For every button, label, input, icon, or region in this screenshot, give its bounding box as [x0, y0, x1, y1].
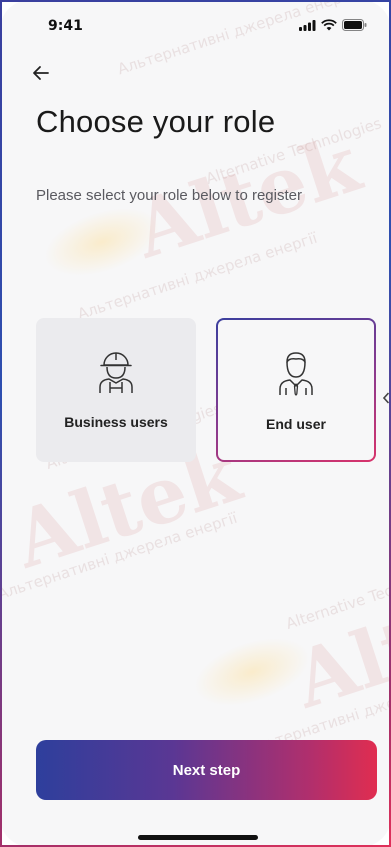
- status-bar: 9:41: [2, 16, 389, 38]
- next-step-button[interactable]: Next step: [36, 740, 377, 800]
- watermark-brand: Altek: [283, 568, 391, 727]
- home-indicator: [138, 835, 258, 840]
- watermark-tagline-en: Alternative Technologies: [283, 559, 391, 633]
- page-subtitle: Please select your role below to registe…: [36, 187, 302, 204]
- battery-icon: [342, 19, 367, 31]
- role-label-business-users: Business users: [64, 414, 168, 430]
- role-card-end-user[interactable]: End user: [216, 318, 376, 462]
- back-button[interactable]: [30, 62, 52, 84]
- role-label-end-user: End user: [266, 416, 326, 432]
- signal-icon: [299, 19, 316, 31]
- watermark-tagline: Альтернативні джерела енергії: [115, 0, 360, 79]
- watermark-swirl: [185, 624, 319, 720]
- chevron-left-icon: [383, 392, 389, 404]
- status-icons: [299, 19, 367, 31]
- status-time: 9:41: [48, 18, 83, 34]
- worker-helmet-icon: [99, 352, 133, 393]
- arrow-left-icon: [33, 66, 49, 80]
- role-card-business-users[interactable]: Business users: [36, 318, 196, 462]
- phone-screen: Altek Altek Altek Альтернативні джерела …: [0, 0, 391, 847]
- wifi-icon: [321, 19, 337, 31]
- page-title: Choose your role: [36, 104, 276, 139]
- watermark-tagline: Альтернативні джерела енергії: [75, 228, 320, 324]
- watermark-tagline: Альтернативні джерела енергії: [0, 508, 240, 604]
- watermark-swirl: [35, 194, 169, 290]
- person-tie-icon: [279, 352, 313, 396]
